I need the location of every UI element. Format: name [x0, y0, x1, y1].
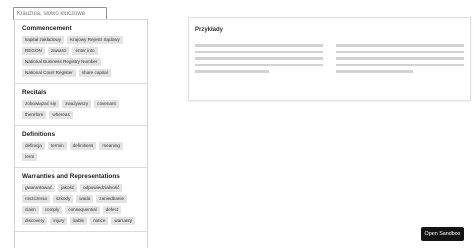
section-commencement: Commencement kapitał zakładowy Krajowy R… [15, 20, 147, 84]
keyword-chip[interactable]: odpowiedzialność [80, 184, 123, 192]
keyword-chip[interactable]: term [22, 153, 38, 161]
placeholder-line [336, 57, 464, 60]
keyword-chip[interactable]: termin [47, 142, 67, 150]
keyword-chip[interactable]: therefore [22, 111, 47, 119]
keyword-chip[interactable]: zobowiązać się [22, 100, 60, 108]
placeholder-line [195, 63, 323, 67]
section-title: Commencement [22, 25, 72, 32]
placeholder-line [336, 44, 464, 47]
keyword-chips: kapitał zakładowy Krajowy Rejestr Sądowy… [22, 36, 141, 80]
examples-title: Przykłady [195, 27, 224, 33]
placeholder-line [195, 50, 323, 54]
keyword-chip[interactable]: covenant [94, 100, 119, 108]
keyword-chips: zobowiązać się zważywszy covenant theref… [22, 100, 141, 122]
keyword-chips: gwarantować jakość odpowiedzialność rosz… [22, 184, 141, 228]
keyword-chip[interactable]: definitions [69, 142, 97, 150]
open-sandbox-button[interactable]: Open Sandbox [421, 227, 464, 241]
keyword-chip[interactable]: jakość [58, 184, 78, 192]
keyword-chip[interactable]: consequential [65, 206, 100, 214]
keyword-chip[interactable]: zaniedbanie [96, 195, 128, 203]
keyword-chip[interactable]: Krajowy Rejestr Sądowy [67, 36, 123, 44]
keyword-chip[interactable]: zawarci [47, 47, 70, 55]
keyword-chip[interactable]: enter into [72, 47, 98, 55]
keyword-chip[interactable]: definicja [22, 142, 45, 150]
keyword-chip[interactable]: notice [90, 217, 109, 225]
placeholder-line [195, 57, 323, 60]
section-recitals: Recitals zobowiązać się zważywszy covena… [15, 84, 147, 126]
section-title: Definitions [22, 131, 56, 138]
keyword-chip[interactable]: liable [70, 217, 88, 225]
keyword-chip[interactable]: szkody [52, 195, 74, 203]
keyword-chip[interactable]: comply [41, 206, 63, 214]
example-placeholder-right [336, 44, 464, 77]
section-definitions: Definitions definicja termin definitions… [15, 126, 147, 168]
keyword-chip[interactable]: warranty [111, 217, 136, 225]
placeholder-line [336, 63, 464, 67]
keyword-chip[interactable]: National Business Registry Number [22, 58, 101, 66]
keyword-chip[interactable]: wada [76, 195, 94, 203]
keyword-chip[interactable]: injury [50, 217, 68, 225]
placeholder-line [336, 70, 413, 73]
section-warranties: Warranties and Representations gwarantow… [15, 168, 147, 232]
keyword-chip[interactable]: gwarantować [22, 184, 56, 192]
keyword-chip[interactable]: REGON [22, 47, 45, 55]
example-placeholder-left [195, 44, 323, 77]
keyword-chips: definicja termin definitions meaning ter… [22, 142, 141, 164]
keyword-chip[interactable]: roszczenia [22, 195, 50, 203]
section-title: Recitals [22, 89, 47, 96]
section-title: Warranties and Representations [22, 173, 120, 180]
keyword-chip[interactable]: defect [102, 206, 122, 214]
keyword-chip[interactable]: claim [22, 206, 39, 214]
keyword-chip[interactable]: National Court Register [22, 69, 76, 77]
clause-sidebar: Commencement kapitał zakładowy Krajowy R… [14, 19, 148, 248]
placeholder-line [195, 44, 323, 47]
placeholder-line [336, 50, 464, 54]
keyword-chip[interactable]: discovery [22, 217, 48, 225]
keyword-chip[interactable]: share capital [78, 69, 111, 77]
placeholder-line [195, 70, 270, 73]
examples-panel: Przykłady [188, 17, 471, 101]
keyword-chip[interactable]: meaning [99, 142, 123, 150]
keyword-chip[interactable]: zważywszy [62, 100, 92, 108]
keyword-chip[interactable]: kapitał zakładowy [22, 36, 65, 44]
keyword-chip[interactable]: whereas [49, 111, 73, 119]
